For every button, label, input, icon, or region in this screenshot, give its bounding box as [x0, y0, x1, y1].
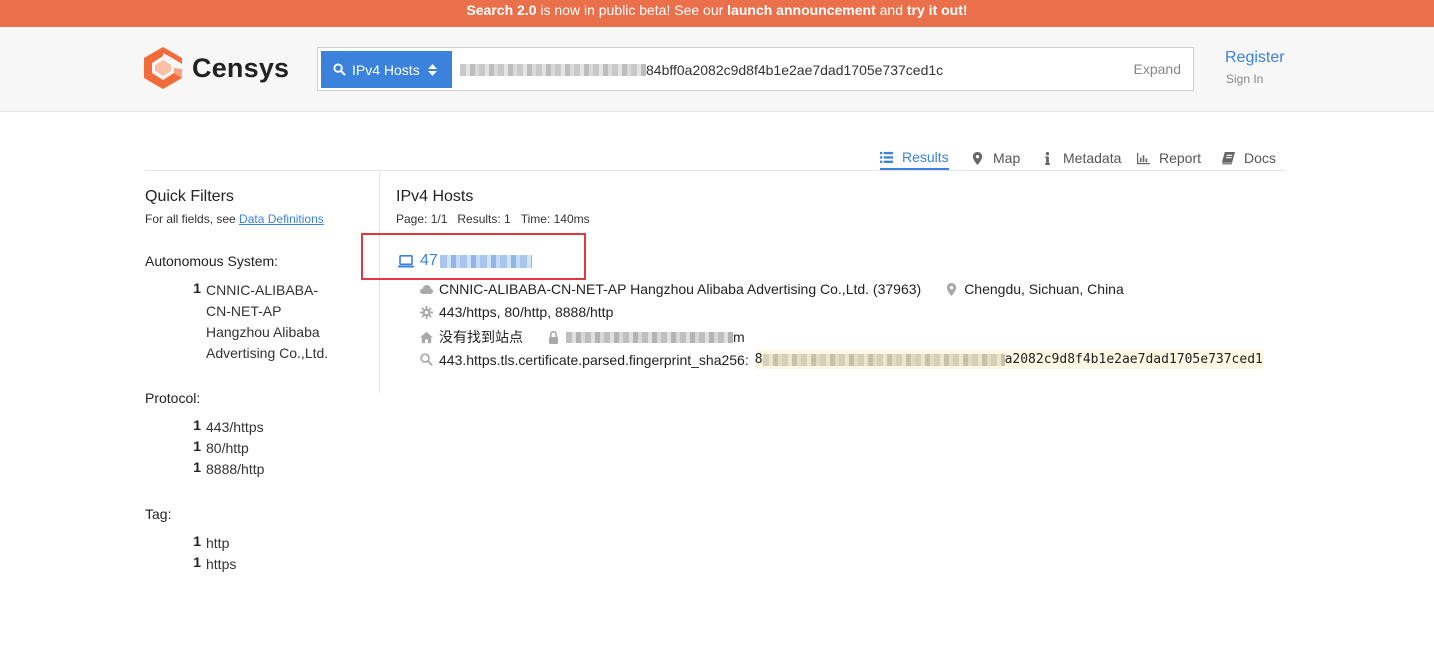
facet-item-80-http[interactable]: 1 80/http — [145, 438, 379, 459]
try-it-out-link[interactable]: try it out! — [907, 2, 968, 18]
sort-caret-icon — [427, 63, 437, 76]
quick-filters-title: Quick Filters — [145, 188, 234, 205]
list-icon — [880, 151, 893, 163]
search-type-label: IPv4 Hosts — [352, 61, 420, 78]
results-meta: Page: 1/1 Results: 1 Time: 140ms — [396, 212, 590, 226]
facet-item-443-https[interactable]: 1 443/https — [145, 417, 379, 438]
results-tabs: Results Map Metadata Report Docs — [145, 138, 1285, 171]
facet-count: 1 — [193, 554, 201, 570]
location-text: Chengdu, Sichuan, China — [964, 281, 1124, 297]
quick-filters-subtitle-text: For all fields, see — [145, 212, 240, 226]
tab-map[interactable]: Map — [971, 146, 1020, 170]
facet-item-http[interactable]: 1 http — [145, 533, 379, 554]
censys-logo-icon — [144, 47, 182, 89]
search-icon — [333, 63, 346, 76]
redacted-query-text — [460, 63, 646, 76]
sign-in-link[interactable]: Sign In — [1226, 72, 1263, 86]
logo-text: Censys — [192, 52, 290, 83]
results-count: Results: 1 — [457, 212, 511, 226]
redacted-certificate-name — [566, 331, 733, 343]
facet-title-tag: Tag: — [145, 506, 172, 522]
as-line: CNNIC-ALIBABA-CN-NET-AP Hangzhou Alibaba… — [420, 281, 1124, 297]
location-marker-icon — [947, 282, 957, 296]
lock-icon — [549, 330, 558, 344]
cloud-icon — [420, 284, 433, 294]
quick-filters-subtitle: For all fields, see Data Definitions — [145, 212, 324, 226]
map-marker-icon — [972, 151, 983, 165]
facet-count: 1 — [193, 280, 201, 296]
facet-title-protocol: Protocol: — [145, 390, 201, 406]
tab-docs-label: Docs — [1244, 150, 1276, 166]
host-ip-link[interactable]: 47 — [398, 252, 532, 270]
expand-button[interactable]: Expand — [1134, 51, 1181, 88]
tab-docs[interactable]: Docs — [1222, 146, 1276, 170]
data-definitions-link[interactable]: Data Definitions — [239, 212, 324, 226]
launch-announcement-link[interactable]: launch announcement — [727, 2, 876, 18]
facet-count: 1 — [193, 438, 201, 454]
fingerprint-line: 443.https.tls.certificate.parsed.fingerp… — [420, 350, 1263, 369]
laptop-icon — [398, 254, 414, 267]
facet-label: 8888/http — [206, 461, 265, 477]
protocols-line: 443/https, 80/http, 8888/http — [420, 304, 613, 320]
redacted-ip — [439, 254, 532, 268]
tab-metadata[interactable]: Metadata — [1041, 146, 1121, 170]
banner-text: is now in public beta! See our — [536, 2, 728, 18]
facet-count: 1 — [193, 417, 201, 433]
fingerprint-value: 8 a2082c9d8f4b1e2ae7dad1705e737ced1 — [754, 350, 1263, 369]
facet-item-as[interactable]: 1 CNNIC-ALIBABA-CN-NET-AP Hangzhou Aliba… — [145, 280, 379, 364]
search-input[interactable]: 84bff0a2082c9d8f4b1e2ae7dad1705e737ced1c — [460, 51, 1120, 88]
fingerprint-prefix: 8 — [754, 352, 763, 367]
protocols-text: 443/https, 80/http, 8888/http — [439, 304, 614, 320]
site-header: Censys IPv4 Hosts 84bff0a2082c9d8f4b1e2a… — [0, 27, 1434, 112]
facet-item-8888-http[interactable]: 1 8888/http — [145, 459, 379, 480]
facet-title-autonomous-system: Autonomous System: — [145, 253, 279, 269]
redacted-fingerprint — [762, 353, 1005, 366]
facet-count: 1 — [193, 533, 201, 549]
page-title-line: 没有找到站点 m — [420, 327, 745, 347]
tab-report-label: Report — [1159, 150, 1202, 166]
results-title: IPv4 Hosts — [396, 188, 474, 205]
facet-label: https — [206, 556, 237, 572]
search-icon — [420, 353, 433, 366]
results-time: Time: 140ms — [520, 212, 590, 226]
search-type-dropdown[interactable]: IPv4 Hosts — [321, 51, 452, 88]
banner-text-and: and — [875, 2, 907, 18]
search-bar: IPv4 Hosts 84bff0a2082c9d8f4b1e2ae7dad17… — [317, 47, 1194, 91]
facet-item-https[interactable]: 1 https — [145, 554, 379, 575]
gear-icon — [420, 305, 433, 319]
facet-count: 1 — [193, 459, 201, 475]
censys-logo[interactable]: Censys — [144, 47, 289, 89]
banner-search-version: Search 2.0 — [466, 2, 537, 18]
book-icon — [1222, 151, 1235, 165]
page-title-text: 没有找到站点 — [439, 329, 523, 345]
bar-chart-icon — [1137, 152, 1150, 164]
fingerprint-suffix: a2082c9d8f4b1e2ae7dad1705e737ced1 — [1004, 352, 1263, 367]
tab-report[interactable]: Report — [1137, 146, 1201, 170]
register-link[interactable]: Register — [1225, 49, 1285, 67]
facet-label: CNNIC-ALIBABA-CN-NET-AP Hangzhou Alibaba… — [206, 282, 329, 361]
search-query-visible: 84bff0a2082c9d8f4b1e2ae7dad1705e737ced1c — [646, 61, 944, 78]
fingerprint-label: 443.https.tls.certificate.parsed.fingerp… — [439, 351, 749, 368]
tab-map-label: Map — [993, 150, 1021, 166]
results-page: Page: 1/1 — [396, 212, 448, 226]
as-text: CNNIC-ALIBABA-CN-NET-AP Hangzhou Alibaba… — [439, 281, 922, 297]
host-ip-prefix: 47 — [420, 252, 438, 269]
tab-metadata-label: Metadata — [1063, 150, 1122, 166]
tab-results-label: Results — [902, 149, 949, 165]
tab-results[interactable]: Results — [880, 146, 949, 170]
facet-label: http — [206, 535, 230, 551]
sidebar-divider — [379, 172, 380, 393]
certificate-name-suffix: m — [733, 329, 745, 345]
facet-label: 80/http — [206, 440, 249, 456]
announcement-banner: Search 2.0 is now in public beta! See ou… — [0, 0, 1434, 27]
facet-label: 443/https — [206, 419, 264, 435]
info-icon — [1045, 151, 1050, 165]
home-icon — [420, 331, 433, 343]
